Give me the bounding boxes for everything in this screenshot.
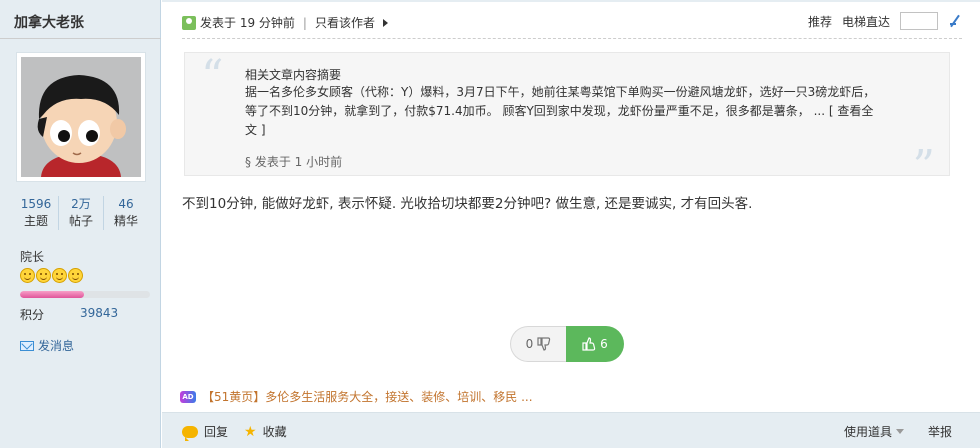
quote-text: 据一名多伦多女顾客（代称：Y）爆料，3月7日下午，她前往某粤菜馆下单购买一份避风… <box>245 85 876 118</box>
report-link[interactable]: 举报 <box>928 423 952 440</box>
star-icon: ★ <box>244 423 257 440</box>
smiley-icon <box>68 268 83 283</box>
author-only-label: 只看该作者 <box>314 16 375 30</box>
stat-label: 主题 <box>23 214 48 228</box>
divider <box>0 38 161 39</box>
smiley-icon <box>20 268 35 283</box>
triangle-right-icon <box>382 18 388 27</box>
elevator-label: 电梯直达 <box>841 14 890 29</box>
post-content: 不到10分钟, 能做好龙虾, 表示怀疑. 光收拾切块都要2分钟吧? 做生意, 还… <box>182 196 753 212</box>
post-meta: 发表于 19 分钟前 | 只看该作者 <box>182 14 388 31</box>
reply-label: 回复 <box>204 425 229 439</box>
divider <box>162 0 980 2</box>
user-rank[interactable]: 院长 <box>20 248 44 265</box>
floor-jump-input[interactable] <box>900 12 938 30</box>
author-only-link[interactable]: 只看该作者 <box>315 14 388 31</box>
post-footer: 回复 ★ 收藏 使用道具 举报 <box>162 412 980 448</box>
quote-title: 相关文章内容摘要 <box>245 68 342 82</box>
thumbs-down-button[interactable]: 0 <box>510 326 566 362</box>
smiley-icon <box>36 268 51 283</box>
stat-label: 帖子 <box>68 214 93 228</box>
posted-time: 发表于 19 分钟前 <box>200 16 295 30</box>
close-quote-icon: ” <box>912 141 936 192</box>
chevron-down-icon <box>895 429 904 434</box>
thumbs-up-icon <box>582 337 596 351</box>
jump-arrow-icon[interactable] <box>948 14 962 28</box>
mail-icon <box>20 340 34 351</box>
quote-posted-time: § 发表于 1 小时前 <box>245 155 343 169</box>
online-status-icon <box>182 15 196 30</box>
stat-threads[interactable]: 1596 主题 <box>14 196 59 230</box>
ad-link[interactable]: 【51黄页】多伦多生活服务大全，接送、装修、培训、移民 ... <box>202 388 533 405</box>
ad-badge: AD <box>180 390 196 403</box>
author-stats: 1596 主题 2万 帖子 46 精华 <box>14 196 148 230</box>
use-tools-label: 使用道具 <box>843 425 892 439</box>
stat-value: 1596 <box>20 197 52 211</box>
favorite-label: 收藏 <box>262 425 287 439</box>
thumbs-down-icon <box>537 337 551 351</box>
article-summary-quote: “ 相关文章内容摘要 据一名多伦多女顾客（代称：Y）爆料，3月7日下午，她前往某… <box>184 51 950 189</box>
reply-icon <box>182 425 198 441</box>
open-quote-icon: “ <box>201 51 224 102</box>
divider <box>182 38 962 39</box>
recommend-link[interactable]: 推荐 <box>808 13 832 30</box>
stat-digest[interactable]: 46 精华 <box>104 196 148 230</box>
rank-progress-bar <box>20 291 150 298</box>
rank-progress-fill <box>20 291 84 298</box>
separator: | <box>302 15 307 30</box>
post-tools: 推荐 电梯直达 <box>808 12 962 30</box>
avatar[interactable] <box>16 52 146 182</box>
thumbs-up-button[interactable]: 6 <box>566 326 624 362</box>
reply-button[interactable]: 回复 <box>182 423 229 441</box>
downvote-count: 0 <box>525 337 534 351</box>
stat-value: 46 <box>118 197 134 211</box>
vote-buttons: 0 6 <box>510 326 624 362</box>
footer-actions: 回复 ★ 收藏 <box>182 423 287 441</box>
send-message-label: 发消息 <box>38 339 75 353</box>
stat-posts[interactable]: 2万 帖子 <box>59 196 104 230</box>
rank-stars <box>20 268 83 283</box>
credits-value: 39843 <box>80 306 119 320</box>
favorite-button[interactable]: ★ 收藏 <box>244 423 287 440</box>
footer-right: 使用道具 举报 <box>844 423 952 440</box>
stat-value: 2万 <box>71 197 91 211</box>
author-sidebar: 加拿大老张 1596 主题 2万 帖子 46 精华 院长 积分 39843 发消… <box>0 0 161 448</box>
send-message-link[interactable]: 发消息 <box>20 337 74 354</box>
stat-label: 精华 <box>113 214 138 228</box>
ad-line: AD 【51黄页】多伦多生活服务大全，接送、装修、培训、移民 ... <box>180 388 533 405</box>
quote-body: 据一名多伦多女顾客（代称：Y）爆料，3月7日下午，她前往某粤菜馆下单购买一份避风… <box>245 83 885 140</box>
author-name[interactable]: 加拿大老张 <box>14 12 84 32</box>
smiley-icon <box>52 268 67 283</box>
credits: 积分 39843 <box>20 306 118 323</box>
avatar-image <box>21 57 141 177</box>
post-main: 发表于 19 分钟前 | 只看该作者 推荐 电梯直达 “ 相关文章内容摘要 据一… <box>162 0 980 448</box>
credits-label: 积分 <box>20 308 45 322</box>
upvote-count: 6 <box>600 337 608 351</box>
use-tools-dropdown[interactable]: 使用道具 <box>844 423 904 440</box>
